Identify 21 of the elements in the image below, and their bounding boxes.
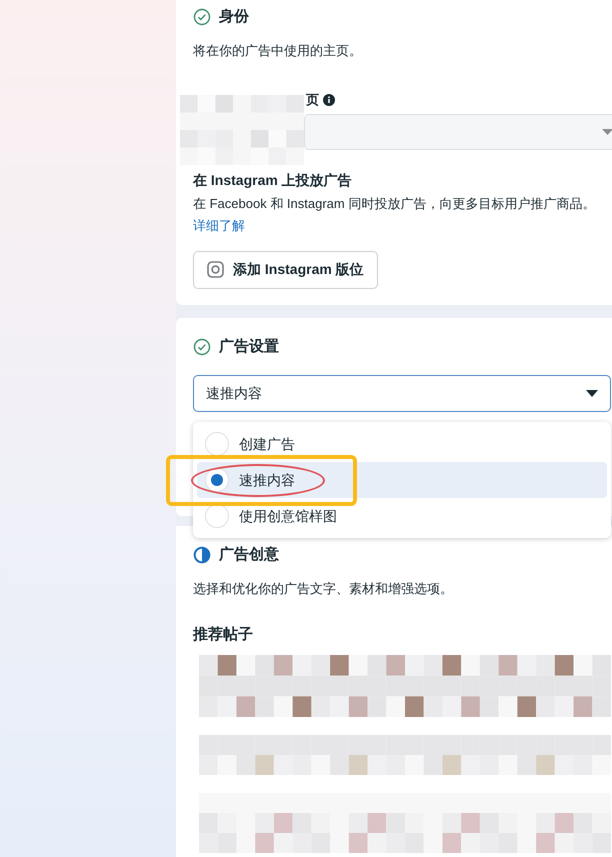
instagram-heading: 在 Instagram 上投放广告 bbox=[193, 170, 353, 190]
section-title: 身份 bbox=[219, 7, 249, 27]
page-select[interactable] bbox=[304, 114, 612, 150]
caret-icon bbox=[602, 128, 612, 134]
section-title: 广告创意 bbox=[219, 545, 279, 565]
radio-icon bbox=[205, 468, 229, 492]
radio-icon bbox=[205, 432, 229, 456]
field-label: 页 bbox=[306, 91, 319, 109]
radio-icon bbox=[205, 504, 229, 528]
posts-heading: 推荐帖子 bbox=[193, 625, 254, 645]
instagram-icon bbox=[207, 261, 224, 278]
instagram-description: 在 Facebook 和 Instagram 同时投放广告，向更多目标用户推广商品。 详细了解 bbox=[193, 194, 596, 234]
caret-icon bbox=[586, 390, 598, 397]
section-description: 将在你的广告中使用的主页。 bbox=[193, 42, 363, 60]
section-title: 广告设置 bbox=[219, 336, 279, 356]
info-icon bbox=[323, 94, 335, 106]
ad-setup-select[interactable]: 速推内容 bbox=[193, 375, 611, 412]
section-description: 选择和优化你的广告文字、素材和增强选项。 bbox=[193, 580, 454, 598]
dropdown-option[interactable]: 速推内容 bbox=[197, 462, 607, 498]
learn-more-link[interactable]: 详细了解 bbox=[193, 218, 245, 232]
add-instagram-button[interactable]: 添加 Instagram 版位 bbox=[193, 250, 378, 288]
